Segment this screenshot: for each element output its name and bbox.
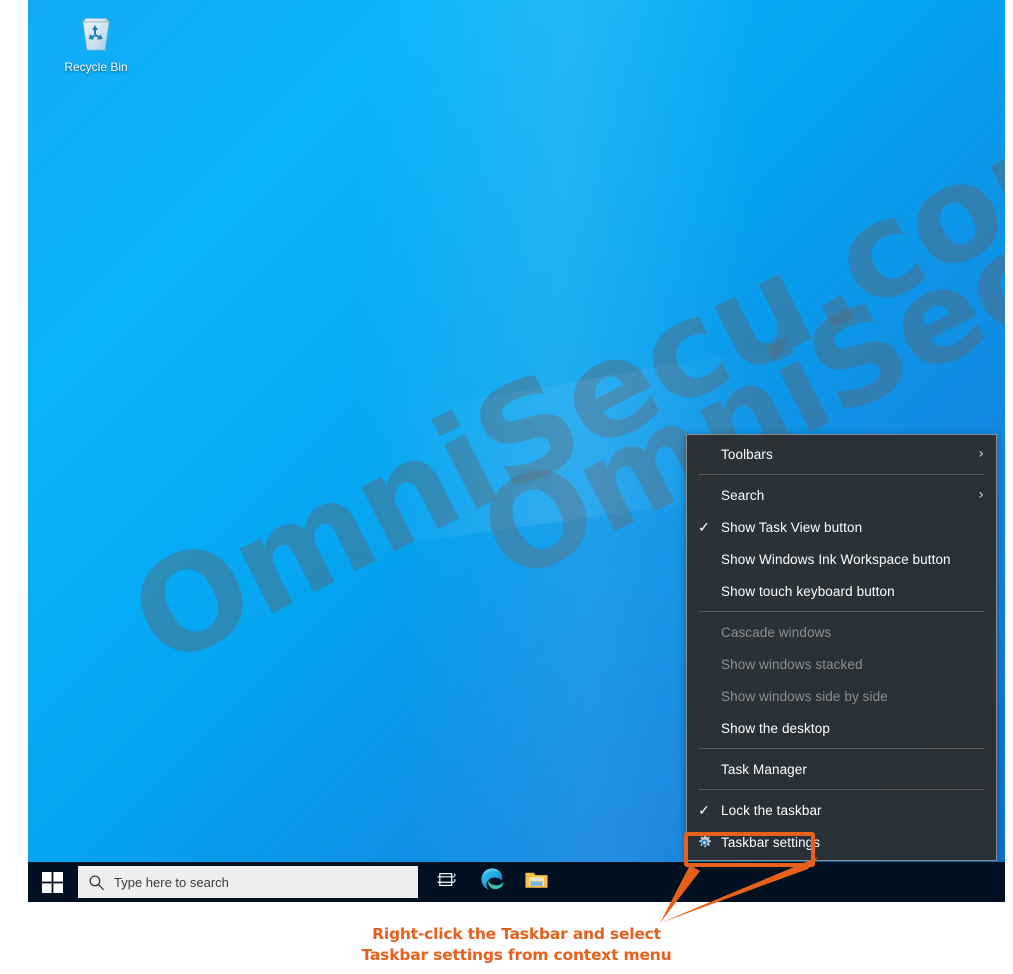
file-explorer-button[interactable]: [514, 862, 558, 902]
menu-item-show-touch-keyboard-button[interactable]: Show touch keyboard button: [687, 575, 996, 607]
menu-item-label: Search: [721, 487, 765, 503]
folder-icon: [524, 869, 549, 896]
menu-item-label: Show Task View button: [721, 519, 863, 535]
menu-item-label: Show Windows Ink Workspace button: [721, 551, 951, 567]
chevron-right-icon: ›: [978, 446, 984, 462]
menu-item-show-task-view-button[interactable]: ✓ Show Task View button: [687, 511, 996, 543]
menu-item-toolbars[interactable]: Toolbars ›: [687, 438, 996, 470]
taskbar[interactable]: Type here to search: [28, 862, 1005, 902]
search-placeholder: Type here to search: [114, 874, 229, 890]
menu-item-label: Show touch keyboard button: [721, 583, 895, 599]
menu-item-lock-the-taskbar[interactable]: ✓ Lock the taskbar: [687, 794, 996, 826]
gear-icon: [687, 834, 721, 851]
menu-item-label: Task Manager: [721, 761, 807, 777]
menu-item-show-windows-side-by-side: Show windows side by side: [687, 680, 996, 712]
menu-item-show-windows-ink-workspace-button[interactable]: Show Windows Ink Workspace button: [687, 543, 996, 575]
menu-item-label: Cascade windows: [721, 624, 832, 640]
caption-line-2: Taskbar settings from context menu: [361, 946, 672, 964]
menu-item-search[interactable]: Search ›: [687, 479, 996, 511]
menu-item-label: Show the desktop: [721, 720, 830, 736]
menu-item-label: Show windows side by side: [721, 688, 888, 704]
menu-item-label: Show windows stacked: [721, 656, 863, 672]
search-input[interactable]: Type here to search: [78, 866, 418, 898]
menu-item-show-the-desktop[interactable]: Show the desktop: [687, 712, 996, 744]
task-view-button[interactable]: [426, 862, 470, 902]
menu-item-label: Taskbar settings: [721, 834, 821, 850]
desktop-icon-label: Recycle Bin: [64, 60, 128, 74]
menu-item-task-manager[interactable]: Task Manager: [687, 753, 996, 785]
edge-button[interactable]: [470, 862, 514, 902]
menu-separator: [699, 789, 984, 790]
screenshot-root: OmniSecu.com OmniSecu.com Recycle Bin To…: [0, 0, 1013, 974]
desktop-icon-recycle-bin[interactable]: Recycle Bin: [48, 6, 144, 74]
menu-separator: [699, 748, 984, 749]
start-button[interactable]: [28, 862, 76, 902]
instruction-caption: Right-click the Taskbar and select Taskb…: [28, 924, 1005, 966]
edge-icon: [480, 867, 505, 897]
menu-item-cascade-windows: Cascade windows: [687, 616, 996, 648]
task-view-icon: [437, 870, 459, 895]
caption-line-1: Right-click the Taskbar and select: [372, 925, 661, 943]
menu-separator: [699, 474, 984, 475]
menu-item-label: Toolbars: [721, 446, 773, 462]
checkmark-icon: ✓: [698, 519, 710, 535]
checkmark-icon: ✓: [698, 802, 710, 818]
search-icon: [78, 874, 114, 891]
recycle-bin-icon: [73, 10, 119, 56]
taskbar-context-menu[interactable]: Toolbars › Search › ✓ Show Task View but…: [686, 434, 997, 861]
menu-separator: [699, 611, 984, 612]
chevron-right-icon: ›: [978, 487, 984, 503]
menu-item-show-windows-stacked: Show windows stacked: [687, 648, 996, 680]
menu-item-taskbar-settings[interactable]: Taskbar settings: [687, 826, 996, 858]
menu-item-label: Lock the taskbar: [721, 802, 822, 818]
